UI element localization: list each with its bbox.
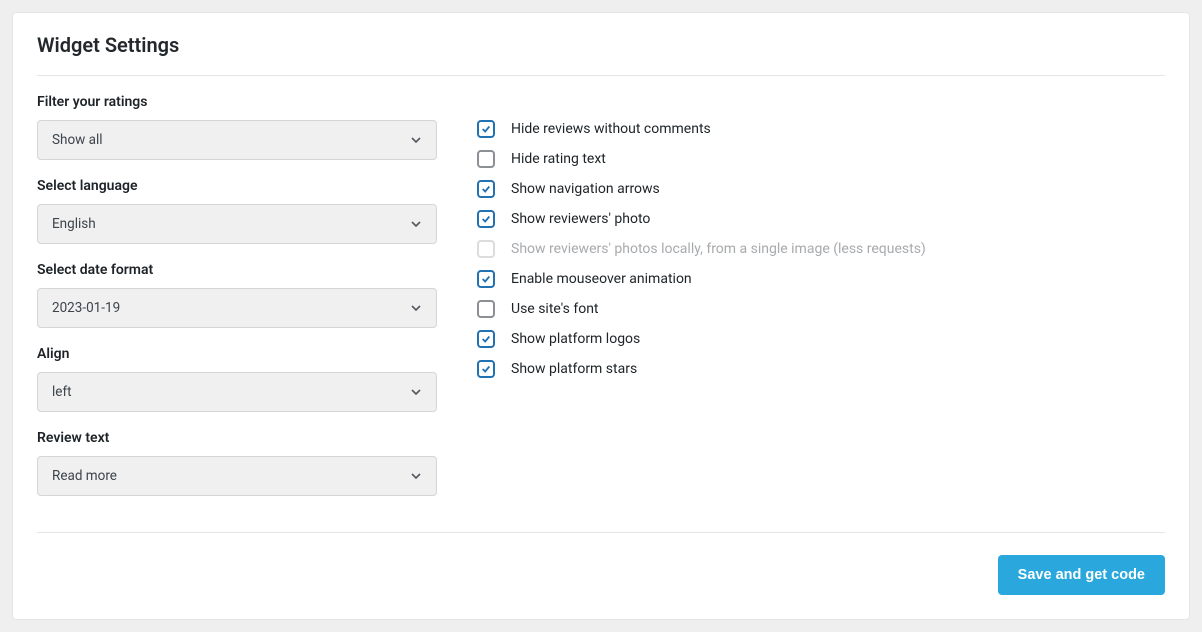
select-review-text[interactable]: Read more [37, 456, 437, 496]
select-language[interactable]: English [37, 204, 437, 244]
checkbox-show-platform-logos[interactable] [477, 330, 495, 348]
check-row-hide-rating-text: Hide rating text [477, 148, 1165, 170]
checkbox-hide-rating-text[interactable] [477, 150, 495, 168]
label-language: Select language [37, 178, 437, 194]
footer: Save and get code [37, 555, 1165, 595]
checkbox-label[interactable]: Hide rating text [511, 151, 606, 167]
checkbox-label[interactable]: Enable mouseover animation [511, 271, 692, 287]
chevron-down-icon [410, 218, 422, 230]
check-row-show-platform-logos: Show platform logos [477, 328, 1165, 350]
chevron-down-icon [410, 134, 422, 146]
checkbox-label[interactable]: Hide reviews without comments [511, 121, 711, 137]
column-left: Filter your ratings Show all Select lang… [37, 94, 437, 514]
label-align: Align [37, 346, 437, 362]
select-filter-ratings[interactable]: Show all [37, 120, 437, 160]
select-value-filter: Show all [52, 132, 410, 148]
select-value-date: 2023-01-19 [52, 300, 410, 316]
check-row-mouseover-anim: Enable mouseover animation [477, 268, 1165, 290]
checkbox-label: Show reviewers' photos locally, from a s… [511, 241, 926, 257]
checkbox-show-reviewer-photo[interactable] [477, 210, 495, 228]
field-align: Align left [37, 346, 437, 412]
checkbox-show-photos-local [477, 240, 495, 258]
column-right: Hide reviews without comments Hide ratin… [477, 94, 1165, 514]
save-and-get-code-button[interactable]: Save and get code [998, 555, 1165, 595]
check-row-use-site-font: Use site's font [477, 298, 1165, 320]
checkbox-label[interactable]: Show reviewers' photo [511, 211, 650, 227]
field-filter-ratings: Filter your ratings Show all [37, 94, 437, 160]
panel-title: Widget Settings [37, 33, 1165, 67]
select-value-language: English [52, 216, 410, 232]
checkbox-label[interactable]: Use site's font [511, 301, 599, 317]
divider-top [37, 75, 1165, 76]
checkbox-show-platform-stars[interactable] [477, 360, 495, 378]
field-date-format: Select date format 2023-01-19 [37, 262, 437, 328]
label-review-text: Review text [37, 430, 437, 446]
label-date-format: Select date format [37, 262, 437, 278]
divider-bottom [37, 532, 1165, 533]
checkbox-use-site-font[interactable] [477, 300, 495, 318]
checkbox-hide-no-comments[interactable] [477, 120, 495, 138]
checkbox-show-nav-arrows[interactable] [477, 180, 495, 198]
settings-columns: Filter your ratings Show all Select lang… [37, 94, 1165, 514]
check-row-hide-no-comments: Hide reviews without comments [477, 118, 1165, 140]
chevron-down-icon [410, 470, 422, 482]
select-date-format[interactable]: 2023-01-19 [37, 288, 437, 328]
field-language: Select language English [37, 178, 437, 244]
check-row-show-nav-arrows: Show navigation arrows [477, 178, 1165, 200]
chevron-down-icon [410, 302, 422, 314]
checkbox-label[interactable]: Show navigation arrows [511, 181, 660, 197]
checkbox-label[interactable]: Show platform logos [511, 331, 640, 347]
check-row-show-platform-stars: Show platform stars [477, 358, 1165, 380]
select-value-align: left [52, 384, 410, 400]
label-filter-ratings: Filter your ratings [37, 94, 437, 110]
check-row-show-photos-local: Show reviewers' photos locally, from a s… [477, 238, 1165, 260]
chevron-down-icon [410, 386, 422, 398]
field-review-text: Review text Read more [37, 430, 437, 496]
checkbox-label[interactable]: Show platform stars [511, 361, 637, 377]
check-row-show-reviewer-photo: Show reviewers' photo [477, 208, 1165, 230]
select-value-review: Read more [52, 468, 410, 484]
select-align[interactable]: left [37, 372, 437, 412]
checkbox-mouseover-anim[interactable] [477, 270, 495, 288]
widget-settings-panel: Widget Settings Filter your ratings Show… [12, 12, 1190, 620]
